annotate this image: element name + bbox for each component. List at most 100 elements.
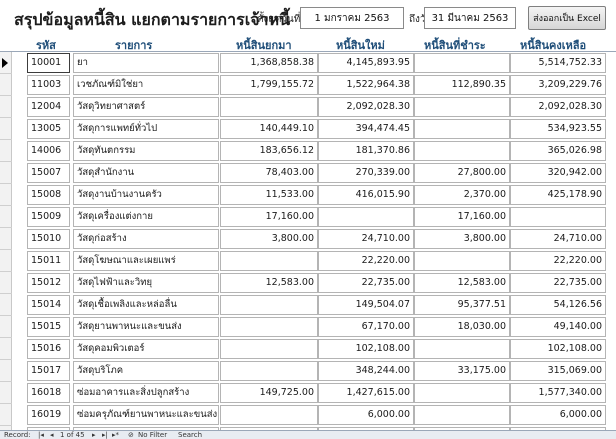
cell-new[interactable]	[318, 207, 414, 227]
cell-balance[interactable]: 5,514,752.33	[510, 53, 606, 73]
cell-balance[interactable]: 425,178.90	[510, 185, 606, 205]
cell-item[interactable]: ซ่อมอาคารและสิ่งปลูกสร้าง	[73, 383, 219, 403]
cell-item[interactable]: วัสดุยานพาหนะและขนส่ง	[73, 317, 219, 337]
cell-code[interactable]: 15011	[27, 251, 70, 271]
record-selector[interactable]	[0, 74, 12, 96]
cell-new[interactable]: 1,427,615.00	[318, 383, 414, 403]
table-row[interactable]: 15011 วัสดุโฆษณาและเผยแพร่ 22,220.00 22,220…	[0, 250, 616, 272]
cell-balance[interactable]	[510, 207, 606, 227]
search-box[interactable]: Search	[178, 431, 202, 439]
cell-balance[interactable]: 6,000.00	[510, 405, 606, 425]
cell-code[interactable]: 12004	[27, 97, 70, 117]
cell-item[interactable]: ซ่อมครุภัณฑ์ยานพาหนะและขนส่ง	[73, 405, 219, 425]
cell-code[interactable]: 15017	[27, 361, 70, 381]
last-record-icon[interactable]: ▸|	[102, 431, 108, 439]
cell-opening[interactable]	[220, 251, 318, 271]
cell-paid[interactable]	[414, 251, 510, 271]
cell-balance[interactable]: 1,577,340.00	[510, 383, 606, 403]
table-row[interactable]: 11003 เวชภัณฑ์มิใช่ยา 1,799,155.72 1,522,96…	[0, 74, 616, 96]
cell-opening[interactable]	[220, 317, 318, 337]
cell-paid[interactable]: 2,370.00	[414, 185, 510, 205]
new-record-icon[interactable]: ▸*	[112, 431, 119, 439]
cell-new[interactable]: 22,735.00	[318, 273, 414, 293]
table-row[interactable]: 16019 ซ่อมครุภัณฑ์ยานพาหนะและขนส่ง 6,000.0…	[0, 404, 616, 426]
cell-opening[interactable]: 1,368,858.38	[220, 53, 318, 73]
record-selector[interactable]	[0, 184, 12, 206]
cell-paid[interactable]	[414, 339, 510, 359]
table-row[interactable]: 10001 ยา 1,368,858.38 4,145,893.95 5,514,752…	[0, 52, 616, 74]
table-row[interactable]: 15016 วัสดุคอมพิวเตอร์ 102,108.00 102,108.0…	[0, 338, 616, 360]
cell-opening[interactable]: 140,449.10	[220, 119, 318, 139]
cell-balance[interactable]: 22,220.00	[510, 251, 606, 271]
table-row[interactable]: 15009 วัสดุเครื่องแต่งกาย 17,160.00 17,160.…	[0, 206, 616, 228]
cell-paid[interactable]: 33,175.00	[414, 361, 510, 381]
record-selector[interactable]	[0, 118, 12, 140]
cell-item[interactable]: วัสดุวิทยาศาสตร์	[73, 97, 219, 117]
table-row[interactable]: 15012 วัสดุไฟฟ้าและวิทยุ 12,583.00 22,735.0…	[0, 272, 616, 294]
cell-opening[interactable]: 12,583.00	[220, 273, 318, 293]
cell-new[interactable]: 149,504.07	[318, 295, 414, 315]
table-row[interactable]: 14006 วัสดุทันตกรรม 183,656.12 181,370.86 36…	[0, 140, 616, 162]
cell-new[interactable]: 24,710.00	[318, 229, 414, 249]
cell-new[interactable]: 394,474.45	[318, 119, 414, 139]
cell-opening[interactable]	[220, 339, 318, 359]
cell-item[interactable]: วัสดุสำนักงาน	[73, 163, 219, 183]
record-selector[interactable]	[0, 96, 12, 118]
cell-opening[interactable]: 149,725.00	[220, 383, 318, 403]
cell-paid[interactable]: 112,890.35	[414, 75, 510, 95]
cell-opening[interactable]: 183,656.12	[220, 141, 318, 161]
cell-item[interactable]: วัสดุทันตกรรม	[73, 141, 219, 161]
cell-new[interactable]: 22,220.00	[318, 251, 414, 271]
cell-new[interactable]: 270,339.00	[318, 163, 414, 183]
cell-code[interactable]: 15016	[27, 339, 70, 359]
record-selector[interactable]	[0, 316, 12, 338]
cell-opening[interactable]: 17,160.00	[220, 207, 318, 227]
cell-new[interactable]: 67,170.00	[318, 317, 414, 337]
cell-new[interactable]: 416,015.90	[318, 185, 414, 205]
cell-item[interactable]: วัสดุบริโภค	[73, 361, 219, 381]
record-selector[interactable]	[0, 338, 12, 360]
cell-paid[interactable]: 3,800.00	[414, 229, 510, 249]
table-row[interactable]: 13005 วัสดุการแพทย์ทั่วไป 140,449.10 394,47…	[0, 118, 616, 140]
from-date-field[interactable]: 1 มกราคม 2563	[300, 7, 404, 29]
table-row[interactable]: 15017 วัสดุบริโภค 348,244.00 33,175.00 315,0…	[0, 360, 616, 382]
cell-opening[interactable]	[220, 405, 318, 425]
record-selector[interactable]	[0, 52, 12, 74]
export-excel-button[interactable]: ส่งออกเป็น Excel	[528, 6, 606, 30]
cell-balance[interactable]: 54,126.56	[510, 295, 606, 315]
cell-opening[interactable]: 78,403.00	[220, 163, 318, 183]
previous-record-icon[interactable]: ◂	[50, 431, 54, 439]
table-row[interactable]: 16018 ซ่อมอาคารและสิ่งปลูกสร้าง 149,725.00…	[0, 382, 616, 404]
record-selector[interactable]	[0, 382, 12, 404]
cell-paid[interactable]: 18,030.00	[414, 317, 510, 337]
cell-code[interactable]: 15007	[27, 163, 70, 183]
cell-paid[interactable]	[414, 53, 510, 73]
cell-item[interactable]: วัสดุเชื้อเพลิงและหล่อลื่น	[73, 295, 219, 315]
next-record-icon[interactable]: ▸	[92, 431, 96, 439]
cell-new[interactable]: 181,370.86	[318, 141, 414, 161]
record-position[interactable]: 1 of 45	[60, 431, 85, 439]
cell-code[interactable]: 15015	[27, 317, 70, 337]
cell-new[interactable]: 348,244.00	[318, 361, 414, 381]
cell-balance[interactable]: 3,209,229.76	[510, 75, 606, 95]
cell-code[interactable]: 16018	[27, 383, 70, 403]
cell-balance[interactable]: 22,735.00	[510, 273, 606, 293]
cell-new[interactable]: 4,145,893.95	[318, 53, 414, 73]
cell-item[interactable]: วัสดุงานบ้านงานครัว	[73, 185, 219, 205]
record-selector[interactable]	[0, 250, 12, 272]
record-selector[interactable]	[0, 206, 12, 228]
cell-item[interactable]: วัสดุโฆษณาและเผยแพร่	[73, 251, 219, 271]
cell-balance[interactable]: 534,923.55	[510, 119, 606, 139]
cell-opening[interactable]	[220, 97, 318, 117]
cell-paid[interactable]: 95,377.51	[414, 295, 510, 315]
cell-item[interactable]: ยา	[73, 53, 219, 73]
cell-new[interactable]: 1,522,964.38	[318, 75, 414, 95]
cell-paid[interactable]: 17,160.00	[414, 207, 510, 227]
cell-code[interactable]: 14006	[27, 141, 70, 161]
table-row[interactable]: 15015 วัสดุยานพาหนะและขนส่ง 67,170.00 18,03…	[0, 316, 616, 338]
cell-opening[interactable]: 1,799,155.72	[220, 75, 318, 95]
cell-balance[interactable]: 49,140.00	[510, 317, 606, 337]
record-selector[interactable]	[0, 140, 12, 162]
cell-paid[interactable]: 27,800.00	[414, 163, 510, 183]
cell-code[interactable]: 15014	[27, 295, 70, 315]
